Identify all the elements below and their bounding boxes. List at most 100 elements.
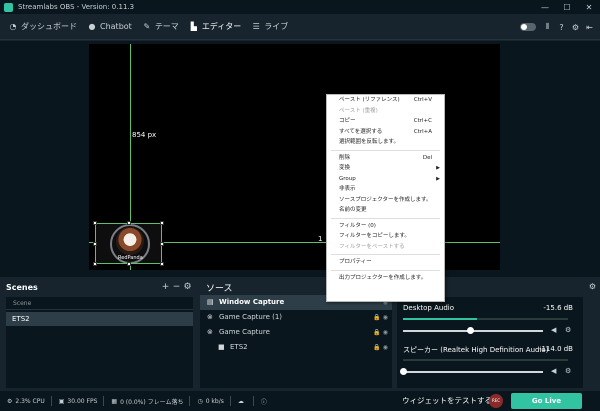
volume-slider-knob[interactable] [400,368,407,375]
menu-item-label: フィルターをコピーします。 [339,233,410,239]
game-capture-icon: ⊗ [207,313,213,321]
source-item[interactable]: ■ ETS2 🔒 ◉ [200,340,392,355]
resize-handle-b[interactable] [127,262,131,266]
editor-area: 854 px 1 RedPanda [0,41,600,277]
menu-item-label: プロパティー [339,259,372,265]
channel-settings-icon[interactable]: ⚙ [565,326,571,334]
nav-editor[interactable]: ▙ エディター [189,14,242,40]
settings-icon[interactable]: ⚙ [569,23,582,32]
menu-separator [331,149,440,151]
resize-handle-tr[interactable] [160,221,164,225]
columns-icon[interactable]: ⦀ [541,22,554,32]
lock-visibility-icons[interactable]: 🔒 ◉ [373,340,388,355]
volume-meter [403,318,568,320]
nav-dashboard-label: ダッシュボード [21,22,77,31]
menu-item-select-all[interactable]: すべてを選択する Ctrl+A [327,127,444,138]
close-button[interactable]: ✕ [578,0,600,14]
menu-separator [331,254,440,255]
resize-handle-tl[interactable] [93,221,97,225]
menu-item-invert-selection[interactable]: 選択範囲を反転します。 [327,137,444,148]
nav-editor-label: エディター [201,22,242,31]
live-icon: ☰ [252,22,260,31]
resize-handle-l[interactable] [93,242,97,246]
logout-icon[interactable]: ⇤ [583,23,596,32]
help-icon[interactable]: ? [555,23,568,32]
nav-chatbot[interactable]: ● Chatbot [87,14,132,40]
theme-toggle-icon[interactable] [520,23,536,31]
footer-divider [229,396,231,406]
test-widgets-button[interactable]: ウィジェットをテストする [402,391,492,411]
cloud-icon[interactable]: ☁ [238,398,247,405]
volume-slider-knob[interactable] [467,327,475,334]
context-menu: ペースト (リファレンス) Ctrl+V ペースト (重複) コピー Ctrl+C … [326,94,445,302]
menu-item-filters[interactable]: フィルター (0) [327,221,444,232]
menu-item-label: 出力プロジェクターを作成します。 [339,274,427,281]
nav-themes-label: テーマ [154,22,179,31]
mute-icon[interactable]: ◀ [551,367,556,375]
mixer-channel-db: -15.6 dB [543,304,573,312]
bitrate-icon: ◷ [197,397,203,405]
resize-handle-br[interactable] [160,262,164,266]
menu-item-transform[interactable]: 変換 ▶ [327,163,444,174]
bitrate-value: 0 kb/s [205,397,224,405]
scenes-panel: Scenes + − ⚙ Scene ETS2 [0,278,197,391]
menu-separator [331,217,440,219]
menu-item-hide[interactable]: 非表示 [327,184,444,195]
nav-dashboard[interactable]: ◔ ダッシュボード [8,14,78,40]
window-capture-icon: ▤ [207,298,214,306]
info-icon[interactable]: ⓘ [261,397,270,406]
mixer-channel-db: -114.0 dB [538,345,573,353]
resize-handle-t[interactable] [127,221,131,225]
menu-item-paste-duplicate: ペースト (重複) [327,106,444,117]
sources-title: ソース [206,283,233,294]
nav-live[interactable]: ☰ ライブ [251,14,289,40]
resize-handle-r[interactable] [160,242,164,246]
selected-source-box[interactable]: RedPanda [95,223,162,264]
menu-item-output-projector[interactable]: 出力プロジェクターを作成します。 [327,273,444,284]
mixer-list: Desktop Audio -15.6 dB ◀ ⚙ スピーカー (Realte… [397,297,583,388]
volume-slider[interactable] [403,327,543,334]
go-live-button[interactable]: Go Live [511,393,582,409]
nav-live-label: ライブ [264,22,289,31]
record-button[interactable]: REC [489,394,503,408]
menu-item-group[interactable]: Group ▶ [327,174,444,185]
scene-settings-icon[interactable]: ⚙ [182,282,193,292]
menu-item-copy-filters[interactable]: フィルターをコピーします。 [327,231,444,242]
menu-item-label: コピー [339,118,356,124]
menu-item-paste-reference[interactable]: ペースト (リファレンス) Ctrl+V [327,95,444,106]
nav-chatbot-label: Chatbot [100,22,132,31]
dashboard-icon: ◔ [9,22,17,31]
lock-visibility-icons[interactable]: 🔒 ◉ [373,310,388,325]
source-item-label: ETS2 [230,343,248,351]
nav-themes[interactable]: ✎ テーマ [142,14,179,40]
scene-item-ets2[interactable]: ETS2 [6,312,193,326]
status-footer: ⚙ 2.3% CPU ▣ 30.00 FPS ▦ 0 (0.0%) フレーム落ち ◷ 0… [0,391,600,411]
fps-value: 30.00 FPS [67,397,98,405]
maximize-button[interactable]: ☐ [556,0,578,14]
themes-icon: ✎ [143,22,151,31]
channel-settings-icon[interactable]: ⚙ [565,367,571,375]
remove-scene-button[interactable]: − [171,282,182,292]
menu-item-label: フィルター (0) [339,222,376,229]
menu-item-properties[interactable]: プロパティー [327,257,444,268]
volume-slider[interactable] [400,368,543,375]
source-item[interactable]: ⊗ Game Capture (1) 🔒 ◉ [200,310,392,325]
menu-item-source-projector[interactable]: ソースプロジェクターを作成します。 [327,195,444,206]
menu-item-delete[interactable]: 削除 Del [327,153,444,164]
menu-item-label: 選択範囲を反転します。 [339,139,399,145]
menu-item-copy[interactable]: コピー Ctrl+C [327,116,444,127]
add-scene-button[interactable]: + [160,282,171,292]
menu-item-rename[interactable]: 名前の変更 [327,205,444,216]
source-item[interactable]: ⊗ Game Capture 🔒 ◉ [200,325,392,340]
top-navigation: ◔ ダッシュボード ● Chatbot ✎ テーマ ▙ エディター ☰ ライブ … [0,14,600,40]
window-titlebar: Streamlabs OBS - Version: 0.11.3 — ☐ ✕ [0,0,600,14]
mixer-settings-icon[interactable]: ⚙ [589,282,596,291]
fps-icon: ▣ [58,397,65,405]
menu-item-shortcut: Ctrl+A [413,128,432,135]
menu-item-label: ペースト (重複) [339,107,378,114]
menu-item-label: 削除 [339,154,351,161]
speaker-icon[interactable]: ◀ [551,326,556,334]
lock-visibility-icons[interactable]: 🔒 ◉ [373,325,388,340]
minimize-button[interactable]: — [534,0,556,14]
resize-handle-bl[interactable] [93,262,97,266]
